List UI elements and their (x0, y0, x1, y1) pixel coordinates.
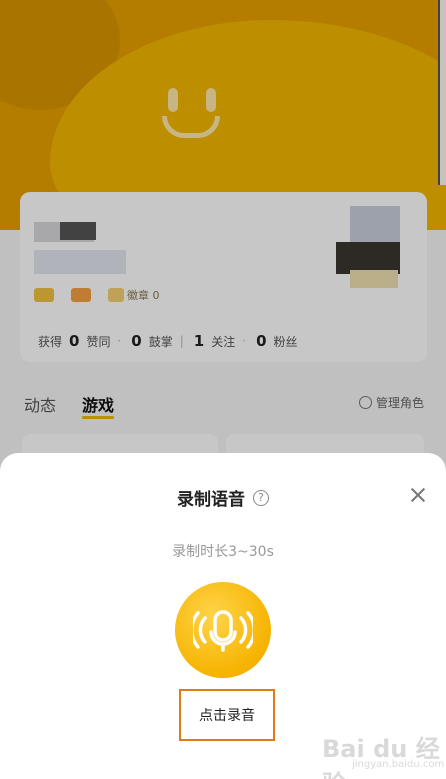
watermark-url: jingyan.baidu.com (352, 759, 445, 770)
help-icon[interactable]: ? (253, 489, 269, 506)
sheet-header: 录制语音 ? (0, 485, 446, 510)
watermark-logo: Bai du 经验 (322, 735, 440, 779)
record-label: 点击录音 (199, 708, 255, 724)
record-button[interactable] (175, 582, 271, 678)
duration-hint: 录制时长3~30s (172, 544, 274, 560)
sheet-title: 录制语音 (177, 490, 245, 510)
record-label-button[interactable]: 点击录音 (179, 689, 275, 741)
microphone-icon (193, 610, 253, 652)
close-icon[interactable] (410, 487, 426, 503)
watermark: Bai du 经验 jingyan.baidu.com (322, 729, 445, 779)
